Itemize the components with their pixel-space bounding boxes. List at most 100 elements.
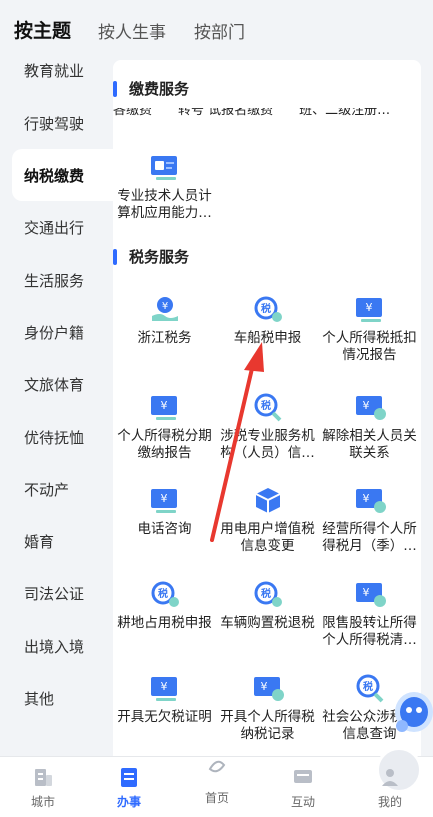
sidebar-item-culture[interactable]: 文旅体育 [0, 358, 113, 410]
service-label: 涉税专业服务机构（人员）信… [220, 428, 315, 461]
sidebar-item-label: 婚育 [24, 532, 55, 551]
service-tax-agency-info[interactable]: 税 涉税专业服务机构（人员）信… [216, 392, 319, 462]
svg-text:¥: ¥ [362, 492, 369, 505]
sidebar-item-border[interactable]: 出境入境 [0, 620, 113, 672]
city-icon [35, 769, 52, 786]
sidebar-item-judicial[interactable]: 司法公证 [0, 567, 113, 619]
sidebar-item-marriage[interactable]: 婚育 [0, 515, 113, 567]
sidebar-item-life[interactable]: 生活服务 [0, 254, 113, 306]
service-computer-skill-exam-fee[interactable]: 专业技术人员计算机应用能力… [113, 152, 216, 222]
sidebar-item-driving[interactable]: 行驶驾驶 [0, 97, 113, 149]
service-label: 专业技术人员计算机应用能力… [117, 188, 212, 221]
category-sidebar: 教育就业 行驶驾驶 纳税缴费 交通出行 生活服务 身份户籍 文旅体育 优待抚恤 … [0, 44, 113, 756]
id-card-icon: ¥ [150, 677, 177, 701]
service-label: 车辆购置税退税 [220, 615, 315, 631]
tab-by-department[interactable]: 按部门 [194, 18, 245, 43]
id-card-icon: ¥ [150, 396, 177, 420]
bottom-nav-bar: 城市 办事 首页 互动 我的 [0, 747, 433, 817]
service-label: 个人所得税抵扣情况报告 [322, 330, 417, 363]
svg-text:¥: ¥ [161, 301, 167, 312]
section-title-text: 缴费服务 [129, 80, 190, 98]
svg-text:税: 税 [261, 587, 271, 600]
sidebar-item-label: 行驶驾驶 [24, 114, 85, 133]
id-card-icon: ¥ [355, 298, 382, 322]
tax-refresh-icon: 税 [254, 296, 282, 322]
service-farmland-tax[interactable]: 税 耕地占用税申报 [113, 579, 216, 632]
nav-mine[interactable]: 我的 [355, 765, 425, 810]
sidebar-item-label: 出境入境 [24, 637, 85, 656]
hand-coin-icon: ¥ [151, 297, 178, 321]
service-no-tax-arrears-cert[interactable]: ¥ 开具无欠税证明 [113, 673, 216, 726]
sidebar-item-education[interactable]: 教育就业 [0, 44, 113, 96]
service-electricity-vat-change[interactable]: 用电用户增值税信息变更 [216, 485, 319, 555]
tab-by-theme[interactable]: 按主题 [14, 16, 72, 49]
sidebar-item-transport[interactable]: 交通出行 [0, 201, 113, 253]
box-icon [255, 488, 280, 513]
nav-label: 首页 [204, 791, 229, 805]
nav-interact[interactable]: 互动 [268, 765, 338, 810]
service-restricted-stock-tax[interactable]: ¥ 限售股转让所得个人所得税清… [318, 579, 421, 649]
service-label: 耕地占用税申报 [117, 615, 212, 631]
clipped-service-labels: 各缴费 转号 试报名缴费 班、二级注册… [113, 108, 391, 118]
service-vehicle-vessel-tax[interactable]: 税 车船税申报 [216, 294, 319, 347]
sidebar-item-label: 生活服务 [24, 271, 85, 290]
sidebar-item-other[interactable]: 其他 [0, 672, 113, 724]
service-iit-deduction-report[interactable]: ¥ 个人所得税抵扣情况报告 [318, 294, 421, 364]
service-label: 电话咨询 [137, 521, 192, 537]
user-icon [382, 769, 398, 786]
ticket-icon: ¥ [355, 583, 386, 607]
nav-label: 互动 [290, 795, 315, 809]
service-unlink-related-persons[interactable]: ¥ 解除相关人员关联关系 [318, 392, 421, 462]
assistant-bot-icon[interactable] [388, 682, 433, 738]
sidebar-item-label: 纳税缴费 [24, 166, 85, 185]
service-label: 个人所得税分期缴纳报告 [117, 428, 212, 461]
service-zhejiang-tax[interactable]: ¥ 浙江税务 [113, 294, 216, 347]
tab-by-life-event[interactable]: 按人生事 [98, 18, 166, 43]
tax-refresh-icon: 税 [151, 581, 179, 607]
tax-search-icon: 税 [356, 674, 383, 703]
svg-text:税: 税 [261, 302, 271, 315]
service-business-income-tax[interactable]: ¥ 经营所得个人所得税月（季）… [318, 485, 421, 555]
ticket-icon: ¥ [253, 677, 284, 701]
sidebar-item-label: 优待抚恤 [24, 428, 85, 447]
nav-label: 办事 [116, 795, 141, 809]
service-label: 浙江税务 [137, 330, 192, 346]
id-card-icon [150, 156, 177, 180]
svg-text:¥: ¥ [362, 586, 369, 599]
service-label: 开具个人所得税纳税记录 [220, 709, 315, 742]
section-accent-bar [113, 80, 117, 97]
sidebar-item-real-estate[interactable]: 不动产 [0, 463, 113, 515]
service-label: 经营所得个人所得税月（季）… [322, 521, 417, 554]
section-title-payment: 缴费服务 [113, 78, 189, 99]
svg-text:¥: ¥ [160, 680, 167, 693]
service-label: 限售股转让所得个人所得税清… [322, 615, 417, 648]
task-icon [121, 768, 137, 787]
id-card-icon: ¥ [150, 489, 177, 513]
svg-text:税: 税 [261, 399, 271, 412]
section-title-tax: 税务服务 [113, 246, 189, 267]
service-label: 解除相关人员关联关系 [322, 428, 417, 461]
ticket-icon: ¥ [355, 396, 386, 420]
svg-text:¥: ¥ [260, 680, 267, 693]
sidebar-item-preferential[interactable]: 优待抚恤 [0, 411, 113, 463]
svg-text:¥: ¥ [362, 399, 369, 412]
nav-city[interactable]: 城市 [8, 765, 78, 810]
service-phone-consult[interactable]: ¥ 电话咨询 [113, 485, 216, 538]
sidebar-item-tax[interactable]: 纳税缴费 [12, 149, 113, 201]
sidebar-item-identity[interactable]: 身份户籍 [0, 306, 113, 358]
service-iit-payment-record[interactable]: ¥ 开具个人所得税纳税记录 [216, 673, 319, 743]
sidebar-item-label: 不动产 [24, 480, 70, 499]
service-iit-installment-report[interactable]: ¥ 个人所得税分期缴纳报告 [113, 392, 216, 462]
service-vehicle-purchase-refund[interactable]: 税 车辆购置税退税 [216, 579, 319, 632]
ticket-icon: ¥ [355, 489, 386, 513]
section-accent-bar [113, 248, 117, 265]
service-label: 车船税申报 [233, 330, 302, 346]
nav-label: 我的 [377, 795, 402, 809]
service-label: 开具无欠税证明 [117, 709, 212, 725]
nav-tasks[interactable]: 办事 [94, 765, 164, 810]
sidebar-item-label: 交通出行 [24, 218, 85, 237]
tax-refresh-icon: 税 [254, 581, 282, 607]
service-panel: 缴费服务 各缴费 转号 试报名缴费 班、二级注册… 专业技术人员计算机应用能力…… [113, 60, 421, 756]
svg-text:税: 税 [363, 680, 373, 693]
nav-home[interactable]: 首页 [182, 747, 422, 810]
